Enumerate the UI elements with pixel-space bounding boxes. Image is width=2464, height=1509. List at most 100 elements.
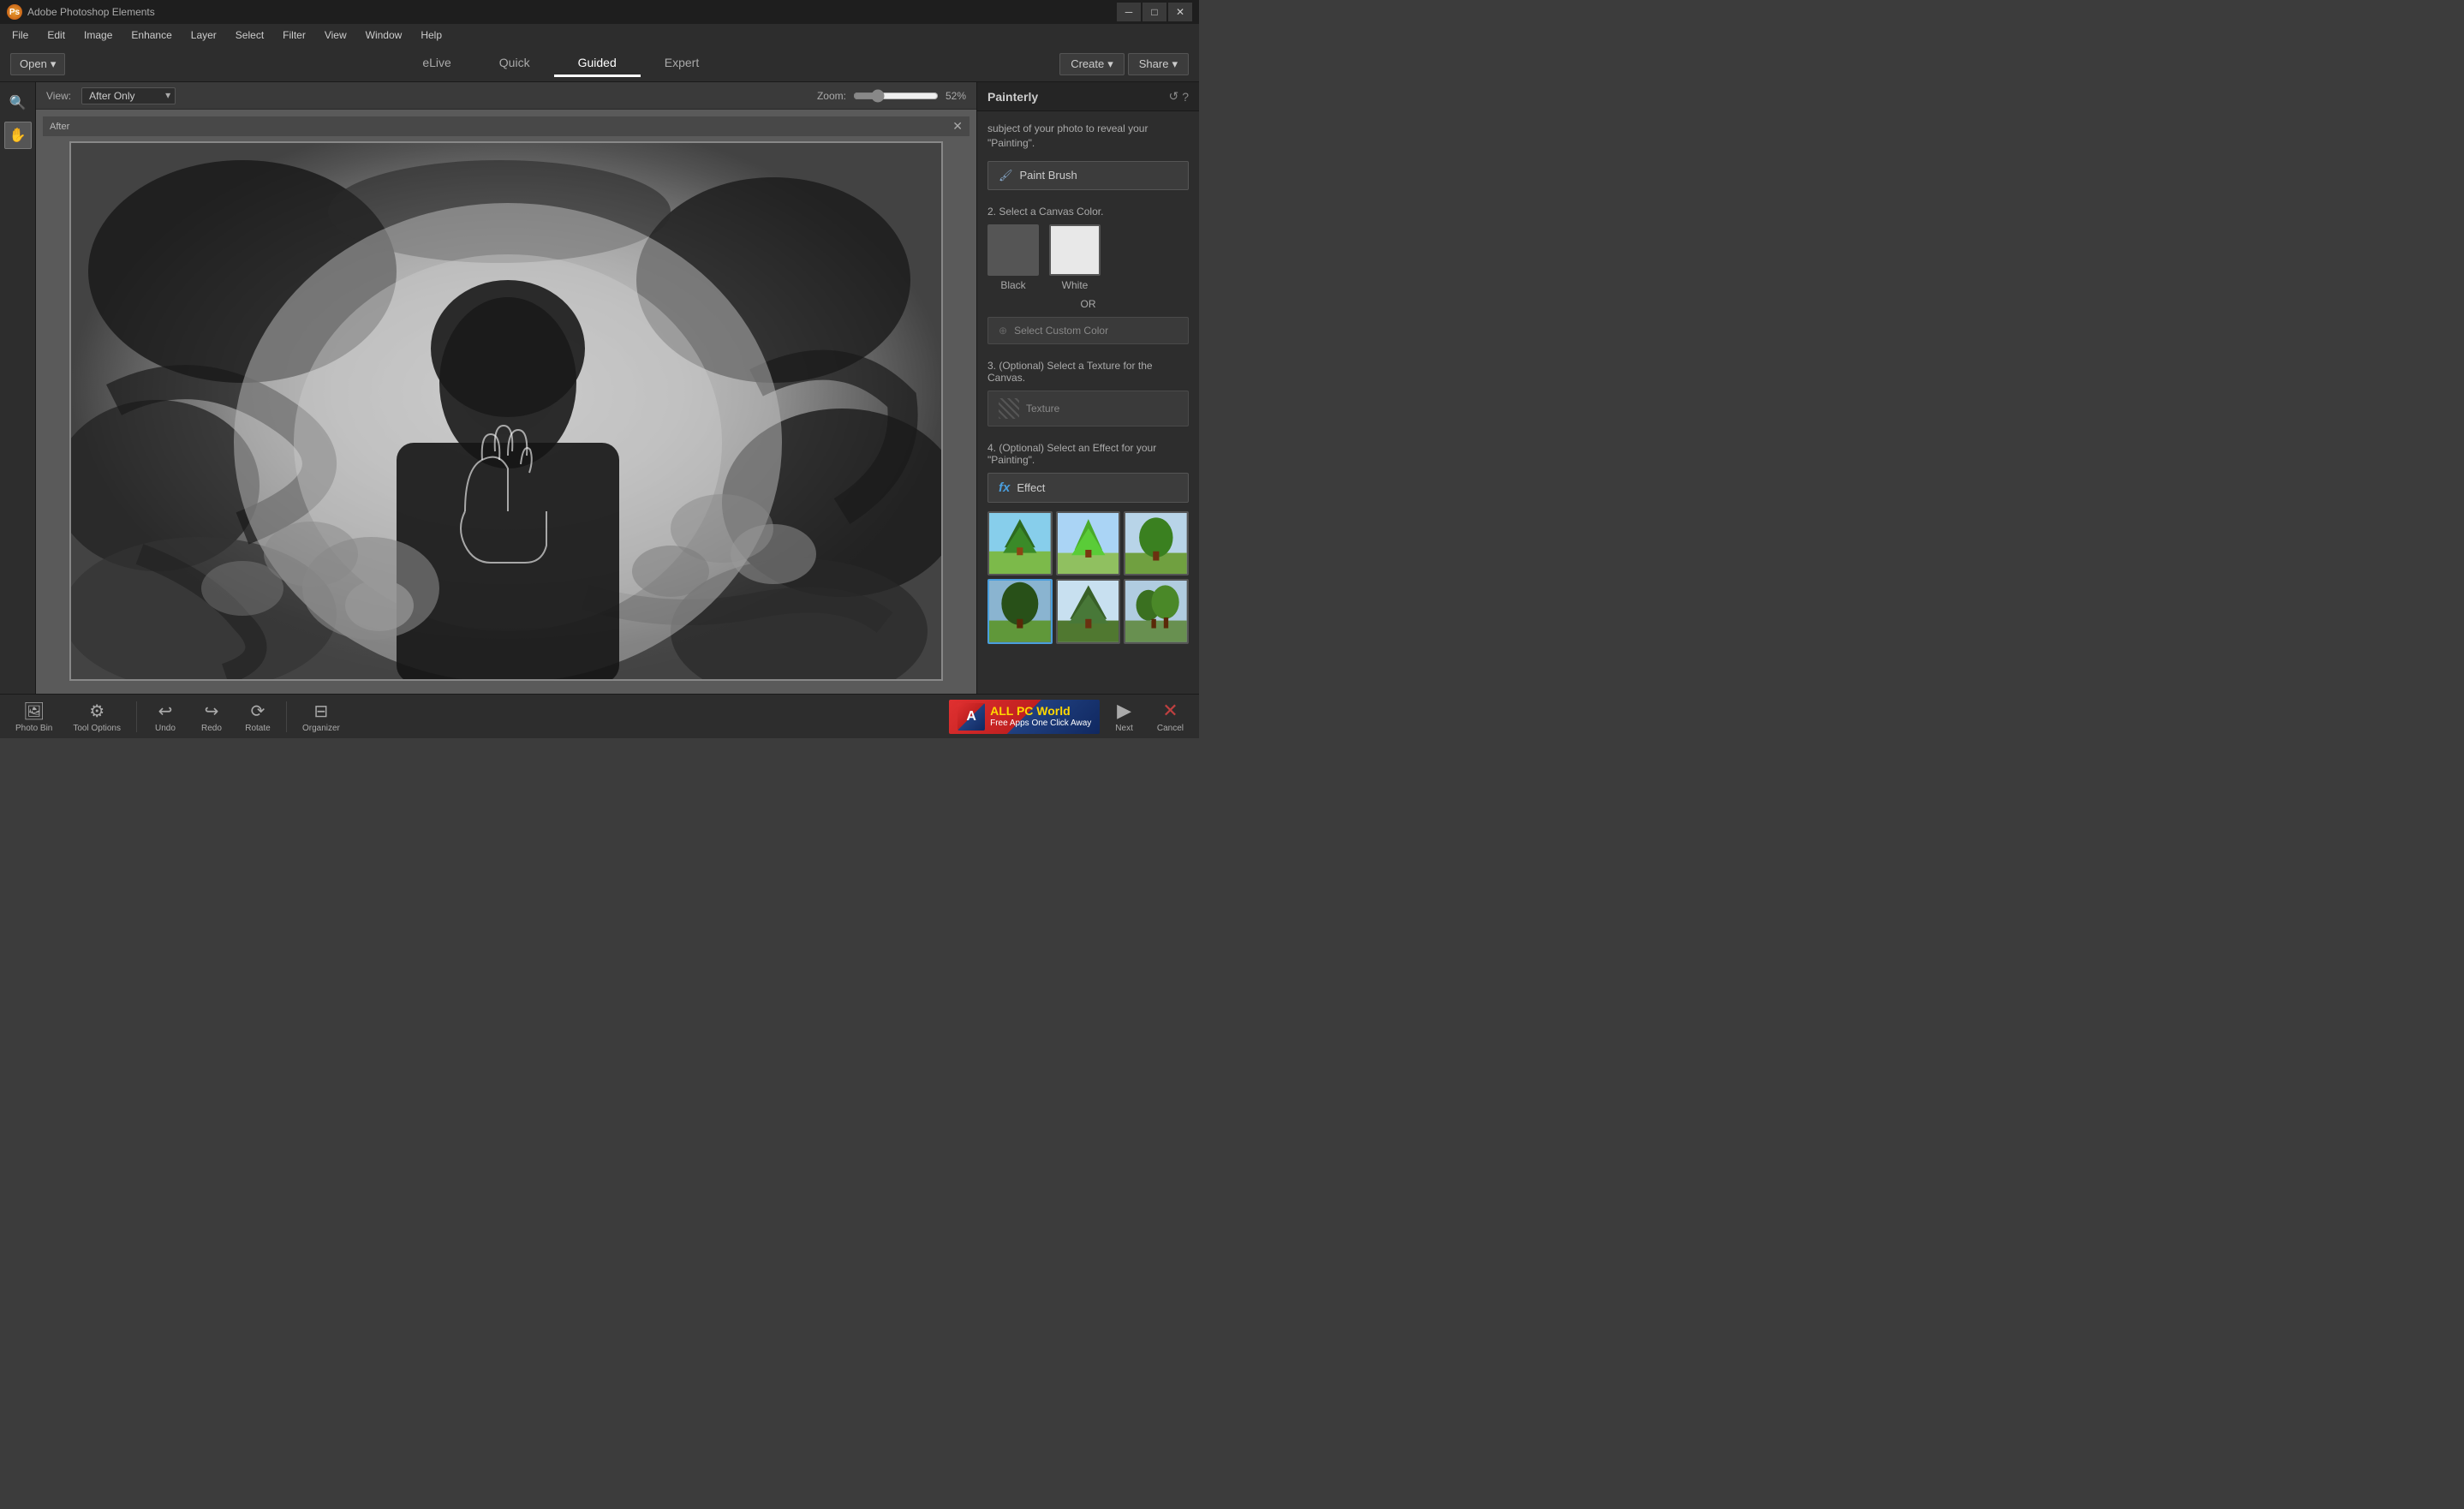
share-label: Share — [1139, 57, 1169, 70]
app-title: Adobe Photoshop Elements — [27, 6, 155, 18]
tab-elive[interactable]: eLive — [398, 51, 474, 77]
search-icon: 🔍 — [9, 94, 27, 111]
tab-expert[interactable]: Expert — [641, 51, 723, 77]
custom-color-label: Select Custom Color — [1014, 325, 1108, 337]
rotate-button[interactable]: ⟳ Rotate — [236, 697, 279, 737]
share-arrow-icon: ▾ — [1172, 57, 1178, 71]
effect-thumb-6[interactable] — [1124, 579, 1189, 644]
hand-icon: ✋ — [9, 127, 27, 144]
tool-options-label: Tool Options — [73, 724, 121, 733]
allpcworld-logo-text: A — [966, 709, 976, 725]
right-panel: Painterly ↺ ? subject of your photo to r… — [976, 82, 1199, 694]
black-color-label: Black — [1000, 279, 1025, 291]
menu-file[interactable]: File — [3, 27, 37, 43]
panel-title: Painterly — [987, 90, 1038, 104]
mode-tabs: eLive Quick Guided Expert — [398, 51, 723, 77]
effect-thumb-3[interactable] — [1124, 511, 1189, 576]
search-tool-button[interactable]: 🔍 — [4, 89, 32, 116]
or-divider: OR — [987, 298, 1189, 310]
canvas-inner — [43, 136, 969, 686]
cancel-label: Cancel — [1157, 724, 1184, 733]
next-label: Next — [1115, 724, 1133, 733]
texture-label: Texture — [1026, 403, 1059, 415]
toolbar-divider-2 — [286, 701, 287, 732]
effect-thumb-4[interactable] — [987, 579, 1053, 644]
canvas-header: After ✕ — [43, 116, 969, 136]
tab-guided[interactable]: Guided — [554, 51, 641, 77]
menu-select[interactable]: Select — [227, 27, 272, 43]
hand-tool-button[interactable]: ✋ — [4, 122, 32, 149]
allpcworld-name: ALL PC World — [990, 704, 1071, 718]
effect-thumb-5[interactable] — [1056, 579, 1121, 644]
eyedropper-icon: ⊕ — [999, 325, 1007, 337]
view-select[interactable]: After Only Before Only Before & After — [81, 87, 176, 104]
titlebar-controls: ─ □ ✕ — [1117, 3, 1192, 21]
redo-icon: ↪ — [205, 701, 219, 722]
share-button[interactable]: Share ▾ — [1128, 53, 1189, 75]
photo-bin-button[interactable]: 🖼 Photo Bin — [7, 697, 61, 737]
tool-options-icon: ⚙ — [89, 701, 104, 722]
organizer-button[interactable]: ⊟ Organizer — [294, 697, 349, 737]
menu-filter[interactable]: Filter — [274, 27, 314, 43]
cancel-icon: ✕ — [1162, 700, 1178, 722]
app-icon: Ps — [7, 4, 22, 20]
black-color-swatch — [987, 224, 1039, 276]
menu-enhance[interactable]: Enhance — [122, 27, 180, 43]
redo-button[interactable]: ↪ Redo — [190, 697, 233, 737]
step3-label: 3. (Optional) Select a Texture for the C… — [987, 360, 1189, 384]
allpcworld-badge[interactable]: A ALL PC World Free Apps One Click Away — [949, 700, 1100, 734]
photo-frame — [69, 141, 943, 681]
canvas-area: View: After Only Before Only Before & Af… — [36, 82, 976, 694]
effect-button[interactable]: fx Effect — [987, 473, 1189, 503]
canvas-header-label: After — [50, 122, 69, 132]
create-label: Create — [1071, 57, 1104, 70]
zoom-control: Zoom: 52% — [817, 89, 966, 103]
undo-button[interactable]: ↩ Undo — [144, 697, 187, 737]
cancel-button[interactable]: ✕ Cancel — [1148, 696, 1192, 737]
panel-header: Painterly ↺ ? — [977, 82, 1199, 111]
effect-thumb-2[interactable] — [1056, 511, 1121, 576]
allpcworld-text: ALL PC World Free Apps One Click Away — [990, 704, 1091, 729]
texture-button[interactable]: Texture — [987, 391, 1189, 426]
next-button[interactable]: ▶ Next — [1107, 696, 1142, 737]
step4-section: 4. (Optional) Select an Effect for your … — [987, 442, 1189, 644]
create-button[interactable]: Create ▾ — [1059, 53, 1125, 75]
maximize-button[interactable]: □ — [1143, 3, 1166, 21]
organizer-label: Organizer — [302, 724, 340, 733]
open-label: Open — [20, 57, 47, 70]
panel-content: subject of your photo to reveal your "Pa… — [977, 111, 1199, 694]
menu-window[interactable]: Window — [357, 27, 411, 43]
tool-options-button[interactable]: ⚙ Tool Options — [64, 697, 129, 737]
titlebar-left: Ps Adobe Photoshop Elements — [7, 4, 155, 20]
close-button[interactable]: ✕ — [1168, 3, 1192, 21]
paint-brush-button[interactable]: 🖌 Paint Brush — [987, 161, 1189, 190]
menubar: File Edit Image Enhance Layer Select Fil… — [0, 24, 1199, 46]
organizer-icon: ⊟ — [314, 701, 329, 722]
custom-color-button[interactable]: ⊕ Select Custom Color — [987, 317, 1189, 344]
panel-help-button[interactable]: ? — [1182, 89, 1189, 104]
fx-icon: fx — [999, 480, 1010, 495]
next-arrow-icon: ▶ — [1117, 700, 1131, 722]
bottom-right: A ALL PC World Free Apps One Click Away … — [949, 696, 1192, 737]
undo-icon: ↩ — [158, 701, 173, 722]
menu-image[interactable]: Image — [75, 27, 121, 43]
menu-help[interactable]: Help — [412, 27, 450, 43]
panel-refresh-button[interactable]: ↺ — [1168, 89, 1178, 104]
step3-section: 3. (Optional) Select a Texture for the C… — [987, 360, 1189, 426]
menu-edit[interactable]: Edit — [39, 27, 74, 43]
zoom-slider[interactable] — [853, 89, 939, 103]
open-button[interactable]: Open ▾ — [10, 53, 65, 75]
tab-quick[interactable]: Quick — [475, 51, 554, 77]
effect-thumb-1[interactable] — [987, 511, 1053, 576]
menu-view[interactable]: View — [316, 27, 355, 43]
minimize-button[interactable]: ─ — [1117, 3, 1141, 21]
photo-bin-icon: 🖼 — [23, 701, 45, 722]
white-color-option[interactable]: White — [1049, 224, 1101, 291]
step2-label: 2. Select a Canvas Color. — [987, 206, 1189, 218]
undo-label: Undo — [155, 724, 176, 733]
white-color-swatch — [1049, 224, 1101, 276]
menu-layer[interactable]: Layer — [182, 27, 225, 43]
black-color-option[interactable]: Black — [987, 224, 1039, 291]
canvas-close-button[interactable]: ✕ — [952, 119, 963, 134]
zoom-label: Zoom: — [817, 90, 846, 102]
